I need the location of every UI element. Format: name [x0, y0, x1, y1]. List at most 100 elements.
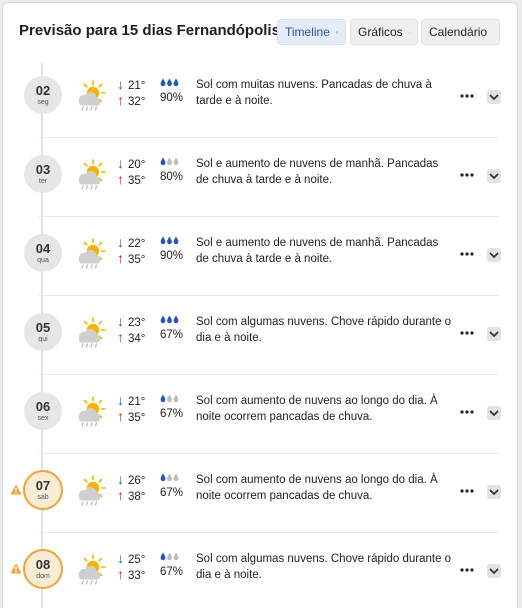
- weekday-label: seg: [37, 99, 49, 106]
- temp-max: ↑ 38°: [117, 487, 145, 503]
- weekday-label: ter: [38, 178, 48, 185]
- arrow-up-icon: ↑: [117, 487, 124, 503]
- temp-max-value: 35°: [128, 254, 146, 266]
- warning-icon[interactable]: [10, 484, 22, 495]
- day-number: 03: [35, 162, 51, 177]
- arrow-up-icon: ↑: [117, 250, 124, 266]
- forecast-day-row: 07 sáb ↓ 26° ↑ 38° 67% Sol com aumento d…: [3, 454, 519, 533]
- forecast-description: Sol e aumento de nuvens de manhã. Pancad…: [196, 237, 439, 265]
- day-number: 06: [35, 399, 51, 414]
- more-options-icon[interactable]: [459, 326, 475, 340]
- forecast-day-row: 03 ter ↓ 20° ↑ 35° 80% Sol e aumento de …: [3, 138, 519, 217]
- tab-calendario[interactable]: Calendário: [421, 19, 500, 45]
- tab-timeline[interactable]: Timeline: [277, 19, 346, 45]
- temp-max-value: 38°: [128, 491, 146, 503]
- sun-cloud-rain-icon: [78, 159, 106, 190]
- temp-min-value: 21°: [128, 80, 146, 92]
- forecast-description: Sol com muitas nuvens. Pancadas de chuva…: [196, 79, 432, 107]
- chevron-down-icon[interactable]: [487, 327, 501, 341]
- date-badge: 03 ter: [24, 155, 62, 193]
- chevron-down-icon[interactable]: [487, 564, 501, 578]
- date-badge: 06 sex: [24, 392, 62, 430]
- more-options-icon[interactable]: [459, 168, 475, 182]
- arrow-down-icon: ↓: [117, 234, 124, 250]
- rain-probability: 67%: [160, 487, 184, 499]
- day-number: 04: [35, 241, 51, 256]
- rain-drops-icon: [160, 473, 179, 482]
- rain-drops-icon: [160, 552, 179, 561]
- more-options-icon[interactable]: [459, 484, 475, 498]
- rain-probability: 90%: [160, 250, 184, 262]
- temp-min: ↓ 20°: [117, 155, 145, 171]
- bar-chart-icon: [408, 31, 410, 33]
- forecast-day-row: 06 sex ↓ 21° ↑ 35° 67% Sol com aumento d…: [3, 375, 519, 454]
- arrow-up-icon: ↑: [117, 329, 124, 345]
- tab-graficos[interactable]: Gráficos: [350, 19, 418, 45]
- arrow-down-icon: ↓: [117, 550, 124, 566]
- weekday-label: sex: [37, 415, 49, 422]
- forecast-description: Sol com algumas nuvens. Chove rápido dur…: [196, 553, 452, 581]
- date-badge: 08 dom: [23, 549, 63, 589]
- weekday-label: qui: [38, 336, 48, 343]
- chevron-down-icon[interactable]: [487, 90, 501, 104]
- temp-min-value: 25°: [128, 554, 146, 566]
- temp-min: ↓ 25°: [117, 550, 145, 566]
- arrow-up-icon: ↑: [117, 566, 124, 582]
- temp-max: ↑ 33°: [117, 566, 145, 582]
- temp-min-value: 26°: [128, 475, 146, 487]
- temp-max: ↑ 35°: [117, 171, 145, 187]
- more-options-icon[interactable]: [459, 405, 475, 419]
- temp-min: ↓ 22°: [117, 234, 145, 250]
- sun-cloud-rain-icon: [78, 238, 106, 269]
- rain-drops-icon: [160, 236, 179, 245]
- forecast-day-row: 02 seg ↓ 21° ↑ 32° 90% Sol com muitas nu…: [3, 59, 519, 138]
- temp-min-value: 23°: [128, 317, 146, 329]
- rain-probability: 67%: [160, 329, 184, 341]
- arrow-down-icon: ↓: [117, 471, 124, 487]
- chevron-down-icon[interactable]: [487, 169, 501, 183]
- chevron-down-icon[interactable]: [487, 406, 501, 420]
- more-options-icon[interactable]: [459, 247, 475, 261]
- rain-drops-icon: [160, 157, 179, 166]
- tab-timeline-label: Timeline: [285, 25, 330, 39]
- temp-max-value: 35°: [128, 175, 146, 187]
- temp-min: ↓ 21°: [117, 76, 145, 92]
- tab-calendario-label: Calendário: [429, 25, 488, 39]
- chevron-down-icon[interactable]: [487, 485, 501, 499]
- rain-probability: 67%: [160, 408, 184, 420]
- chevron-down-icon[interactable]: [487, 248, 501, 262]
- temp-max: ↑ 34°: [117, 329, 145, 345]
- arrow-up-icon: ↑: [117, 171, 124, 187]
- temp-max-value: 32°: [128, 96, 146, 108]
- sun-cloud-rain-icon: [78, 554, 106, 585]
- more-options-icon[interactable]: [459, 563, 475, 577]
- rain-probability: 80%: [160, 171, 184, 183]
- temp-min-value: 21°: [128, 396, 146, 408]
- date-badge: 04 qua: [24, 234, 62, 272]
- arrow-down-icon: ↓: [117, 76, 124, 92]
- forecast-day-row: 04 qua ↓ 22° ↑ 35° 90% Sol e aumento de …: [3, 217, 519, 296]
- page-title-text: Previsão para 15 dias Fernandópolis - SP: [19, 22, 314, 39]
- rain-probability: 90%: [160, 92, 184, 104]
- arrow-up-icon: ↑: [117, 408, 124, 424]
- arrow-up-icon: ↑: [117, 92, 124, 108]
- forecast-day-row: 08 dom ↓ 25° ↑ 33° 67% Sol com algumas n…: [3, 533, 519, 608]
- temp-max: ↑ 35°: [117, 250, 145, 266]
- more-options-icon[interactable]: [459, 89, 475, 103]
- sun-cloud-rain-icon: [78, 475, 106, 506]
- arrow-down-icon: ↓: [117, 392, 124, 408]
- forecast-card: Previsão para 15 dias Fernandópolis - SP…: [2, 2, 518, 608]
- sun-cloud-rain-icon: [78, 317, 106, 348]
- list-icon: [335, 31, 338, 33]
- tab-graficos-label: Gráficos: [358, 25, 403, 39]
- rain-probability: 67%: [160, 566, 184, 578]
- forecast-description: Sol com algumas nuvens. Chove rápido dur…: [196, 316, 452, 344]
- date-badge: 05 qui: [24, 313, 62, 351]
- day-number: 07: [35, 478, 51, 493]
- rain-drops-icon: [160, 394, 179, 403]
- temp-min-value: 22°: [128, 238, 146, 250]
- day-number: 02: [35, 83, 51, 98]
- warning-icon[interactable]: [10, 563, 22, 574]
- rain-drops-icon: [160, 78, 179, 87]
- temp-min-value: 20°: [128, 159, 146, 171]
